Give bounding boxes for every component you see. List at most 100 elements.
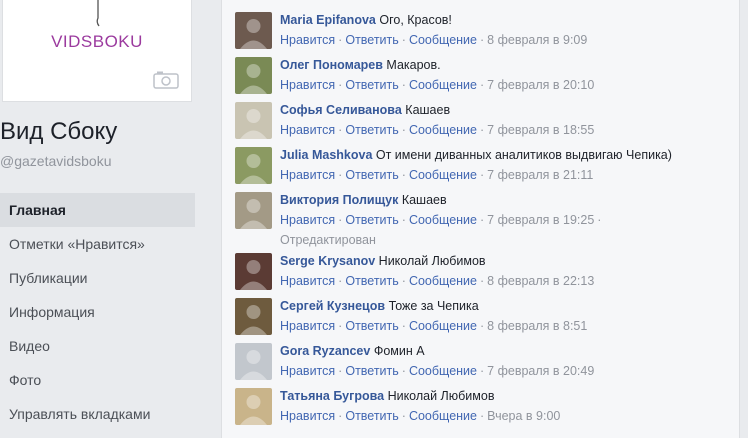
message-link[interactable]: Сообщение (409, 213, 477, 227)
separator-dot: · (479, 319, 485, 333)
edited-label[interactable]: Отредактирован (280, 232, 739, 248)
like-link[interactable]: Нравится (280, 213, 335, 227)
comment-timestamp[interactable]: 8 февраля в 8:51 (487, 319, 587, 333)
commenter-avatar[interactable] (235, 102, 272, 139)
separator-dot: · (338, 319, 343, 333)
cover-logo-text: VIDSBOKU (51, 32, 143, 51)
commenter-avatar[interactable] (235, 388, 272, 425)
separator-dot: · (479, 409, 485, 423)
separator-dot: · (401, 364, 406, 378)
separator-dot: · (479, 364, 485, 378)
separator-dot: · (338, 33, 343, 47)
page-profile-picture[interactable]: VIDSBOKU (2, 0, 192, 102)
reply-link[interactable]: Ответить (345, 33, 398, 47)
commenter-avatar[interactable] (235, 253, 272, 290)
message-link[interactable]: Сообщение (409, 319, 477, 333)
comment-text: Николай Любимов (378, 254, 486, 268)
separator-dot: · (479, 213, 485, 227)
separator-dot: · (479, 123, 485, 137)
reply-link[interactable]: Ответить (345, 409, 398, 423)
comment-author-link[interactable]: Serge Krysanov (280, 254, 375, 268)
separator-dot: · (338, 123, 343, 137)
comment-author-link[interactable]: Maria Epifanova (280, 13, 376, 27)
sidebar-nav-item[interactable]: Информация (0, 295, 195, 329)
separator-dot: · (401, 319, 406, 333)
message-link[interactable]: Сообщение (409, 409, 477, 423)
message-link[interactable]: Сообщение (409, 364, 477, 378)
sidebar-nav-item[interactable]: Фото (0, 363, 195, 397)
comment-author-link[interactable]: Олег Пономарев (280, 58, 383, 72)
message-link[interactable]: Сообщение (409, 33, 477, 47)
page-title[interactable]: Вид Сбоку (0, 118, 117, 146)
commenter-avatar[interactable] (235, 12, 272, 49)
separator-dot: · (338, 78, 343, 92)
message-link[interactable]: Сообщение (409, 123, 477, 137)
reply-link[interactable]: Ответить (345, 319, 398, 333)
reply-link[interactable]: Ответить (345, 364, 398, 378)
separator-dot: · (338, 213, 343, 227)
separator-dot: · (338, 274, 343, 288)
like-link[interactable]: Нравится (280, 33, 335, 47)
commenter-avatar[interactable] (235, 147, 272, 184)
comment-author-link[interactable]: Julia Mashkova (280, 148, 372, 162)
like-link[interactable]: Нравится (280, 409, 335, 423)
like-link[interactable]: Нравится (280, 123, 335, 137)
comment-timestamp[interactable]: 8 февраля в 9:09 (487, 33, 587, 47)
comment-author-link[interactable]: Софья Селиванова (280, 103, 402, 117)
page-username[interactable]: @gazetavidsboku (0, 153, 112, 169)
comment-author-link[interactable]: Виктория Полищук (280, 193, 398, 207)
comment-text: От имени диванных аналитиков выдвигаю Че… (375, 148, 672, 162)
page-sidebar: VIDSBOKU Вид Сбоку @gazetavidsboku Главн… (0, 0, 208, 438)
comment-timestamp[interactable]: 8 февраля в 22:13 (487, 274, 594, 288)
comment-text: Кашаев (401, 193, 447, 207)
separator-dot: · (479, 78, 485, 92)
separator-dot: · (401, 78, 406, 92)
separator-dot: · (401, 409, 406, 423)
sidebar-nav-item[interactable]: Публикации (0, 261, 195, 295)
logo-mark-icon (96, 0, 100, 27)
comment-author-link[interactable]: Gora Ryzancev (280, 344, 370, 358)
reply-link[interactable]: Ответить (345, 123, 398, 137)
comment-timestamp[interactable]: 7 февраля в 20:49 (487, 364, 594, 378)
sidebar-nav-item[interactable]: Главная (0, 193, 195, 227)
comment-timestamp[interactable]: 7 февраля в 21:11 (487, 168, 593, 182)
separator-dot: · (338, 168, 343, 182)
reply-link[interactable]: Ответить (345, 213, 398, 227)
message-link[interactable]: Сообщение (409, 78, 477, 92)
separator-dot: · (401, 274, 406, 288)
commenter-avatar[interactable] (235, 57, 272, 94)
commenter-avatar[interactable] (235, 343, 272, 380)
separator-dot: · (479, 274, 485, 288)
like-link[interactable]: Нравится (280, 364, 335, 378)
comment-timestamp[interactable]: 7 февраля в 19:25 (487, 213, 594, 227)
reply-link[interactable]: Ответить (345, 78, 398, 92)
sidebar-nav-item[interactable]: Отметки «Нравится» (0, 227, 195, 261)
commenter-avatar[interactable] (235, 192, 272, 229)
reply-link[interactable]: Ответить (345, 274, 398, 288)
comment-text: Фомин А (373, 344, 425, 358)
comment-timestamp[interactable]: Вчера в 9:00 (487, 409, 560, 423)
message-link[interactable]: Сообщение (409, 168, 477, 182)
comment-timestamp[interactable]: 7 февраля в 18:55 (487, 123, 594, 137)
sidebar-nav-item[interactable]: Управлять вкладками (0, 397, 195, 431)
comment-timestamp[interactable]: 7 февраля в 20:10 (487, 78, 594, 92)
comment-author-link[interactable]: Татьяна Бугрова (280, 389, 384, 403)
separator-dot: · (401, 123, 406, 137)
commenter-avatar[interactable] (235, 298, 272, 335)
message-link[interactable]: Сообщение (409, 274, 477, 288)
comments-panel: Maria Epifanova Ого, Красов! Нравится · Отв… (221, 0, 740, 438)
comment-text: Тоже за Чепика (388, 299, 479, 313)
separator-dot: · (401, 213, 406, 227)
like-link[interactable]: Нравится (280, 319, 335, 333)
reply-link[interactable]: Ответить (345, 168, 398, 182)
comment-author-link[interactable]: Сергей Кузнецов (280, 299, 385, 313)
cut-off-previous-comment (234, 0, 574, 6)
like-link[interactable]: Нравится (280, 168, 335, 182)
like-link[interactable]: Нравится (280, 78, 335, 92)
camera-icon[interactable] (153, 71, 179, 89)
like-link[interactable]: Нравится (280, 274, 335, 288)
sidebar-nav-item[interactable]: Видео (0, 329, 195, 363)
page-nav: Главная Отметки «Нравится» Публикации Инфор… (0, 193, 195, 431)
separator-dot: · (479, 33, 485, 47)
comment-text: Макаров. (386, 58, 441, 72)
